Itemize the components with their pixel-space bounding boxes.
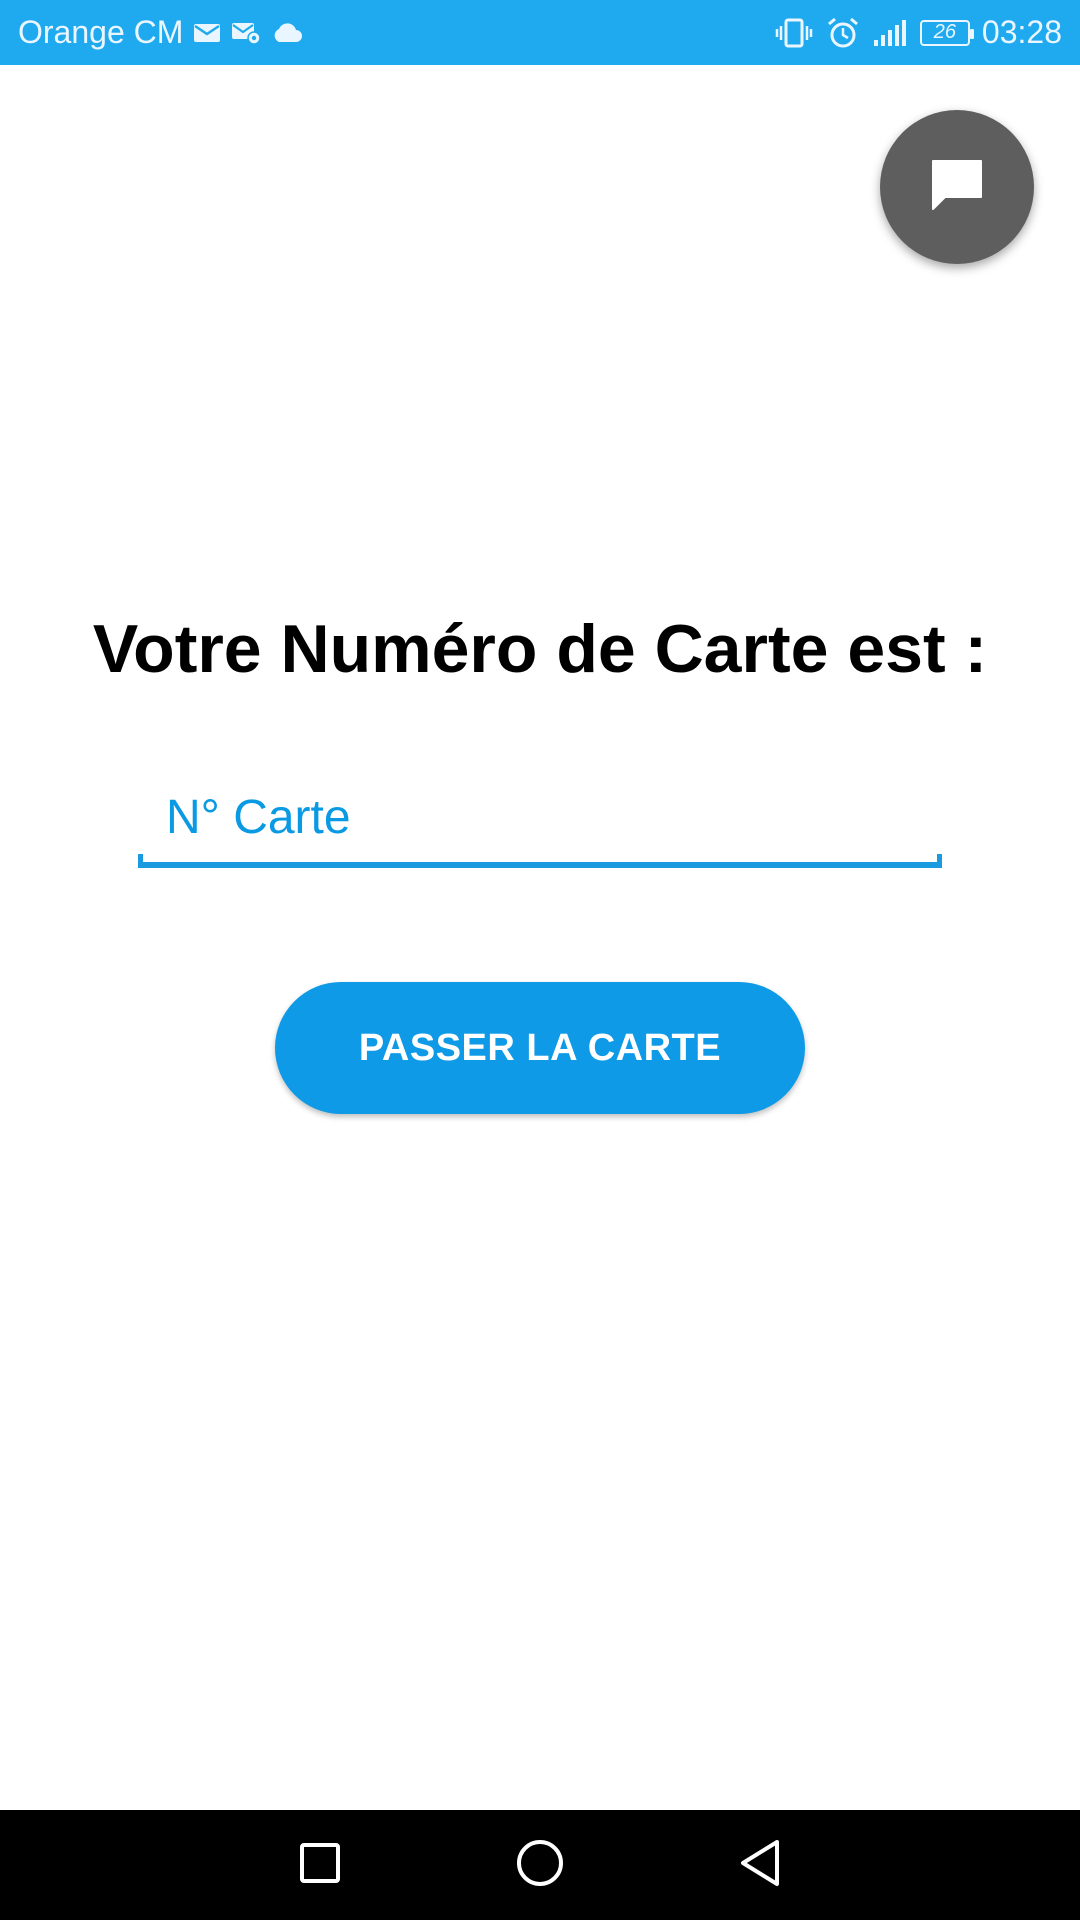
battery-level: 26	[933, 21, 957, 43]
chat-button[interactable]	[880, 110, 1034, 264]
signal-icon	[872, 18, 908, 48]
cloud-icon	[271, 22, 303, 44]
status-right: 26 03:28	[774, 14, 1062, 51]
mail-settings-icon	[231, 21, 262, 45]
status-left: Orange CM	[18, 14, 303, 51]
pass-card-button[interactable]: PASSER LA CARTE	[275, 982, 805, 1114]
recents-button[interactable]	[260, 1810, 380, 1920]
home-icon	[515, 1838, 565, 1893]
card-number-input[interactable]	[138, 770, 942, 864]
clock: 03:28	[981, 14, 1062, 50]
status-bar: Orange CM 26 03:28	[0, 0, 1080, 65]
vibrate-icon	[774, 18, 814, 48]
recents-icon	[298, 1841, 342, 1890]
input-underline	[138, 854, 942, 868]
navigation-bar	[0, 1810, 1080, 1920]
page-title: Votre Numéro de Carte est :	[92, 611, 988, 687]
chat-icon	[927, 155, 987, 220]
card-number-field	[138, 770, 942, 870]
mail-icon	[193, 22, 221, 44]
alarm-icon	[826, 17, 860, 49]
battery-icon: 26	[919, 19, 974, 46]
back-button[interactable]	[700, 1810, 820, 1920]
carrier-name: Orange CM	[18, 14, 184, 50]
screen: Orange CM 26 03:28 Votre Numéro de Carte…	[0, 0, 1080, 1920]
back-icon	[737, 1838, 783, 1893]
home-button[interactable]	[480, 1810, 600, 1920]
